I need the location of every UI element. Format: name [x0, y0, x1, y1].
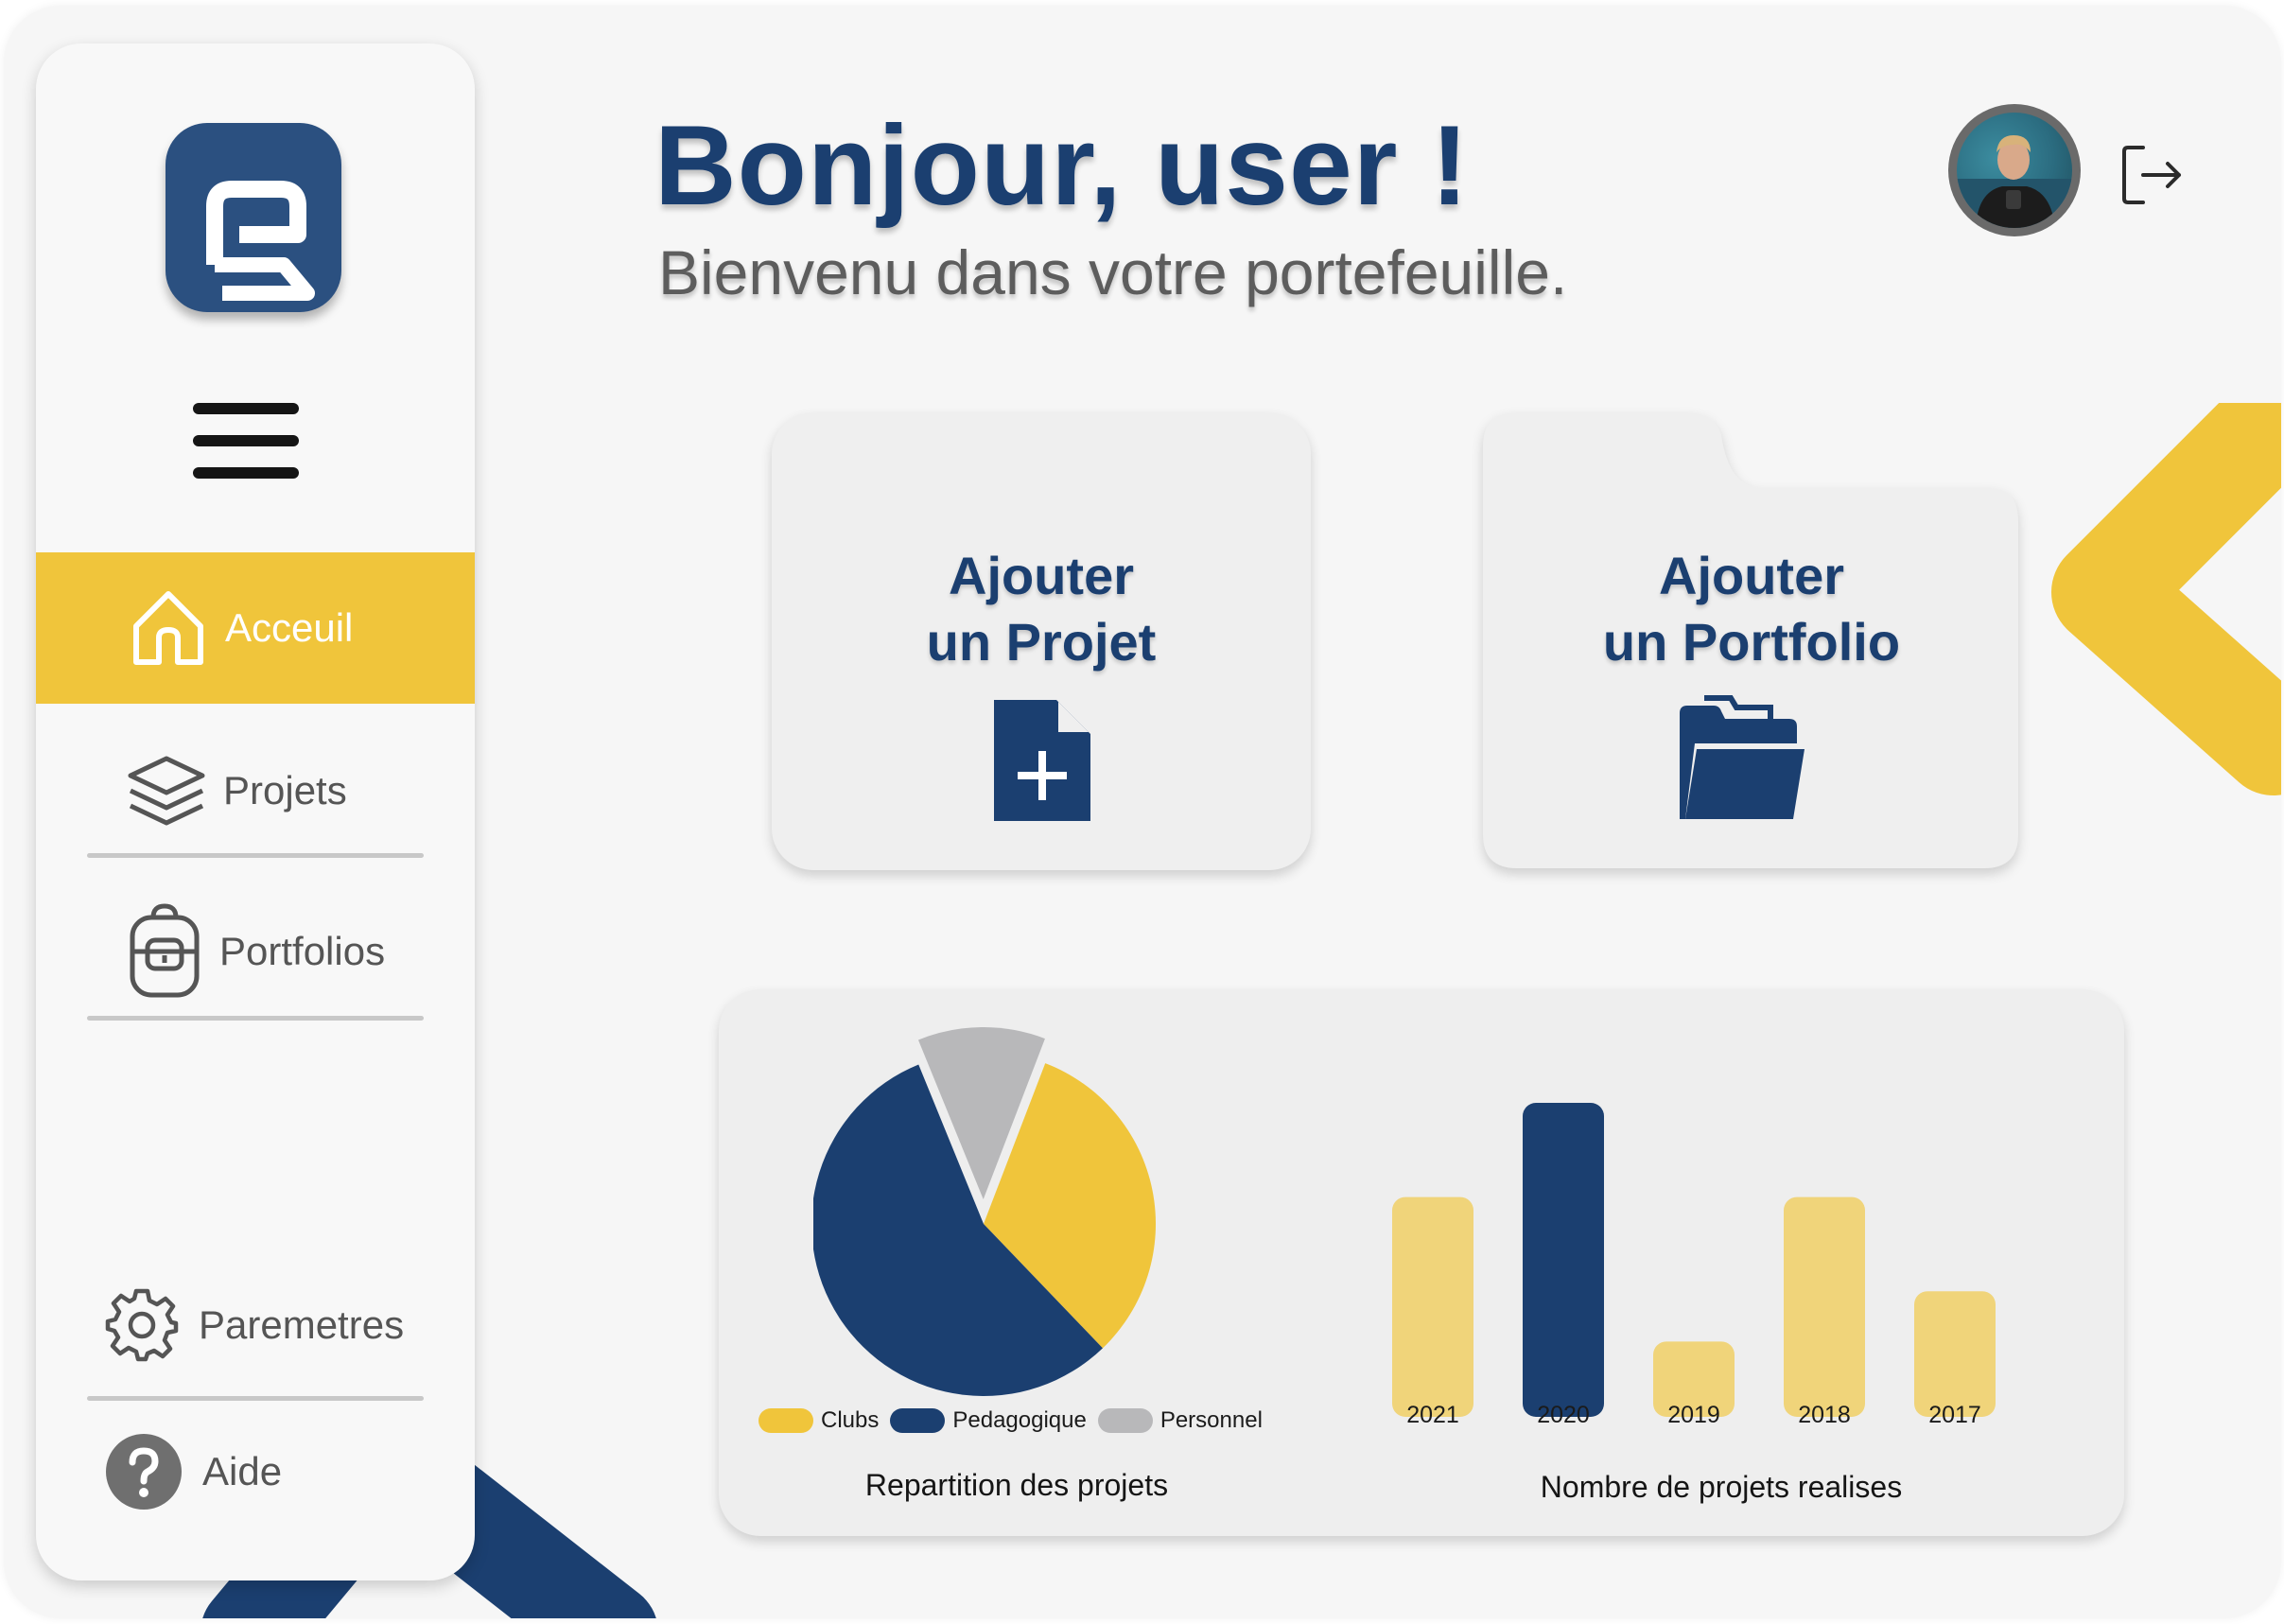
legend-swatch — [758, 1408, 813, 1433]
home-icon — [133, 591, 203, 665]
add-portfolio-card[interactable]: Ajouter un Portfolio — [1479, 412, 2024, 872]
legend-label: Pedagogique — [952, 1407, 1087, 1433]
sidebar-divider — [87, 1396, 424, 1401]
bar-tick-label: 2021 — [1406, 1402, 1459, 1428]
bar-tick-label: 2017 — [1928, 1402, 1981, 1428]
gear-icon — [105, 1288, 179, 1362]
pie-chart — [813, 1027, 1156, 1396]
sidebar-item-label: Paremetres — [199, 1302, 405, 1347]
bar-chart-caption: Nombre de projets realises — [1540, 1470, 1903, 1504]
help-icon — [106, 1434, 182, 1510]
sidebar-item-acceuil[interactable]: Acceuil — [36, 552, 475, 704]
pie-legend: Clubs Pedagogique Personnel — [758, 1407, 1274, 1434]
sidebar-item-projets[interactable]: Projets — [36, 734, 475, 847]
charts-card: Clubs Pedagogique Personnel Repartition … — [719, 989, 2124, 1536]
page-title: Bonjour, user ! — [654, 102, 1470, 229]
app-logo[interactable] — [166, 123, 341, 312]
file-plus-icon — [994, 700, 1090, 821]
layers-icon — [128, 756, 205, 826]
sidebar-item-label: Acceuil — [225, 605, 354, 650]
page-subtitle: Bienvenu dans votre portefeuille. — [658, 237, 1568, 307]
logout-icon[interactable] — [2118, 142, 2185, 208]
menu-bar — [193, 403, 299, 414]
bar-tick-label: 2020 — [1537, 1402, 1590, 1428]
sidebar-item-parametres[interactable]: Paremetres — [36, 1264, 475, 1387]
folder-open-icon — [1680, 695, 1805, 819]
bar-tick-label: 2018 — [1798, 1402, 1851, 1428]
sidebar: Acceuil Projets Portfolios Paremetres Ai… — [36, 44, 475, 1580]
pie-chart-caption: Repartition des projets — [864, 1468, 1169, 1502]
bar-2020 — [1523, 1103, 1604, 1417]
card-title-line: Ajouter — [949, 546, 1134, 605]
sidebar-divider — [87, 1016, 424, 1021]
card-title: Ajouter un Portfolio — [1479, 543, 2024, 675]
legend-item: Pedagogique — [890, 1407, 1087, 1434]
user-avatar[interactable] — [1948, 104, 2081, 236]
bar-2021 — [1392, 1196, 1473, 1417]
avatar-photo — [1957, 113, 2072, 228]
bar-tick-label: 2019 — [1667, 1402, 1720, 1428]
bar-2017 — [1914, 1291, 1996, 1417]
legend-label: Clubs — [821, 1407, 880, 1433]
card-title-line: Ajouter — [1659, 546, 1844, 605]
bar-chart — [1392, 1103, 1996, 1417]
menu-bar — [193, 435, 299, 446]
decorative-chevron-right — [2051, 403, 2281, 795]
legend-swatch — [1097, 1408, 1153, 1433]
menu-bar — [193, 467, 299, 479]
card-title-line: un Portfolio — [1602, 612, 1901, 672]
person-silhouette-icon — [1957, 135, 2072, 228]
add-project-card[interactable]: Ajouter un Projet — [772, 412, 1311, 870]
card-title: Ajouter un Projet — [772, 543, 1311, 675]
legend-swatch — [890, 1408, 946, 1433]
hamburger-menu-button[interactable] — [193, 403, 299, 482]
sidebar-item-label: Aide — [202, 1449, 283, 1493]
app-window: Acceuil Projets Portfolios Paremetres Ai… — [4, 6, 2281, 1618]
logo-mark-icon — [206, 181, 315, 301]
sidebar-item-aide[interactable]: Aide — [36, 1410, 475, 1533]
sidebar-item-label: Portfolios — [219, 929, 386, 973]
bar-2018 — [1784, 1196, 1865, 1417]
card-title-line: un Projet — [926, 612, 1157, 672]
backpack-icon — [130, 903, 200, 998]
legend-item: Personnel — [1097, 1407, 1263, 1434]
legend-label: Personnel — [1159, 1407, 1263, 1433]
sidebar-item-portfolios[interactable]: Portfolios — [36, 885, 475, 1018]
sidebar-item-label: Projets — [223, 768, 347, 812]
legend-item: Clubs — [758, 1407, 879, 1434]
sidebar-divider — [87, 853, 424, 858]
